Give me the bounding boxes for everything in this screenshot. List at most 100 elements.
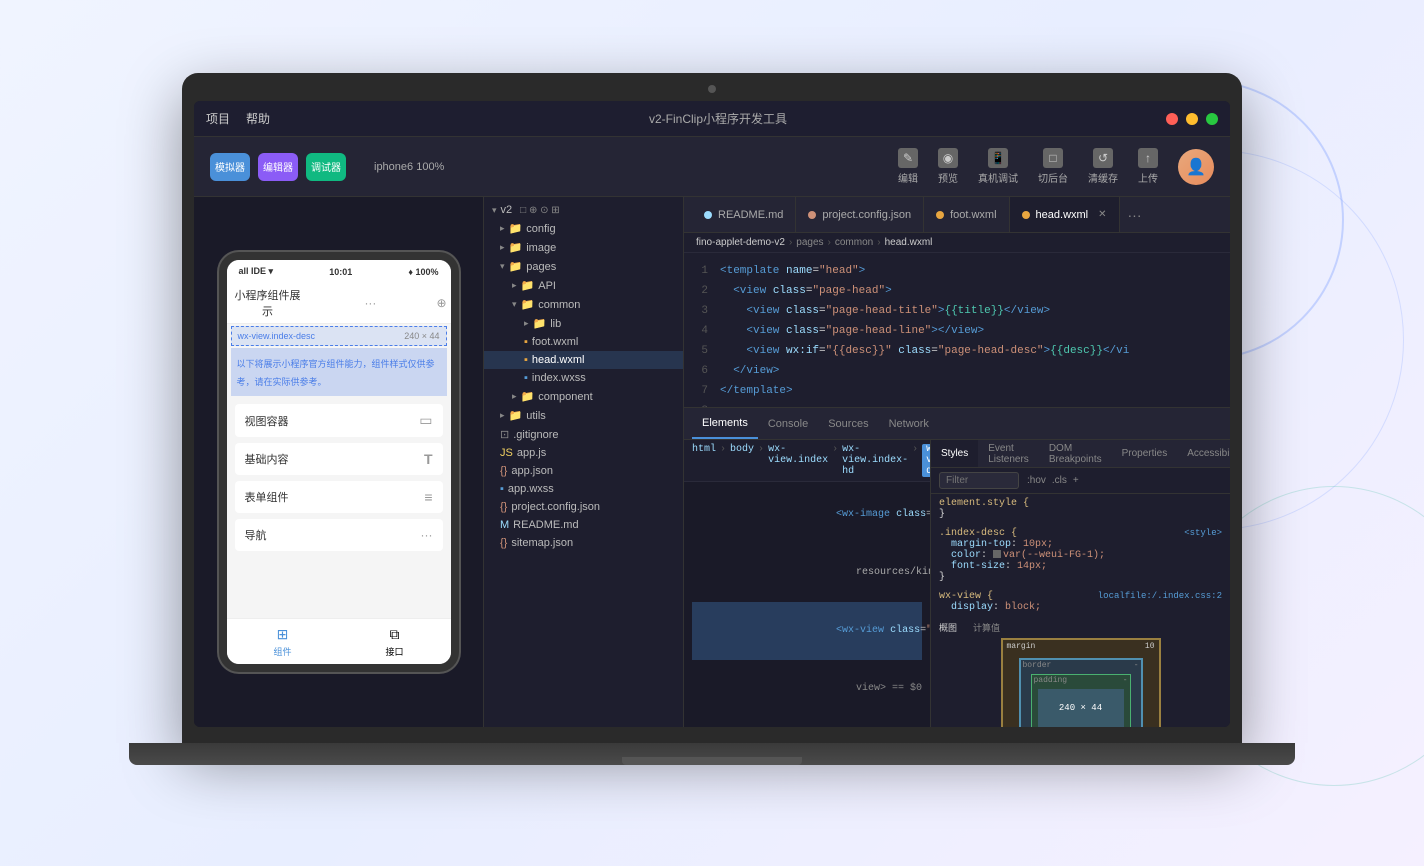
wxss-icon: ▪ bbox=[500, 483, 504, 495]
styles-tab-properties[interactable]: Properties bbox=[1112, 440, 1178, 467]
file-component[interactable]: 📁 component bbox=[484, 387, 683, 406]
file-app-js[interactable]: JS app.js bbox=[484, 444, 683, 462]
bc-wx-view-index-desc[interactable]: wx-view.index-desc bbox=[922, 444, 930, 477]
bc-common[interactable]: common bbox=[835, 237, 873, 248]
editor-button[interactable]: 编辑器 bbox=[258, 153, 298, 181]
devtools-dom-area: html › body › wx-view.index › wx-view.in… bbox=[684, 440, 930, 727]
element-highlight-label: wx-view.index-desc 240 × 44 bbox=[231, 326, 447, 346]
clear-cache-action[interactable]: ↺ 清缓存 bbox=[1088, 148, 1118, 185]
json-icon: {} bbox=[500, 465, 507, 477]
devtools-panel: Elements Console Sources Network bbox=[684, 407, 1230, 727]
dom-line-wx-view-desc[interactable]: <wx-view class="index-desc">以下将展示小程序官方组件… bbox=[692, 602, 922, 660]
box-model-margin: margin 10 border - bbox=[1001, 638, 1161, 727]
dom-line-wx-view-bd[interactable]: ▸<wx-view class="index-bd">_</wx-view> bbox=[692, 718, 922, 727]
component-view-container[interactable]: 视图容器 ▭ bbox=[235, 404, 443, 437]
tab-project-config[interactable]: project.config.json bbox=[796, 197, 924, 232]
styles-filter-input[interactable] bbox=[939, 472, 1019, 489]
file-readme[interactable]: M README.md bbox=[484, 516, 683, 534]
file-foot-wxml[interactable]: ▪ foot.wxml bbox=[484, 333, 683, 351]
filter-cls[interactable]: .cls bbox=[1052, 475, 1067, 486]
maximize-button[interactable] bbox=[1206, 113, 1218, 125]
devtools-tab-network[interactable]: Network bbox=[879, 408, 939, 439]
code-editor[interactable]: 1 <template name="head"> 2 <view class="… bbox=[684, 253, 1230, 407]
background-action[interactable]: □ 切后台 bbox=[1038, 148, 1068, 185]
component-basic-content[interactable]: 基础内容 T bbox=[235, 443, 443, 475]
menu-help[interactable]: 帮助 bbox=[246, 110, 270, 127]
file-index-wxss[interactable]: ▪ index.wxss bbox=[484, 369, 683, 387]
devtools-tab-elements[interactable]: Elements bbox=[692, 408, 758, 439]
filter-hov[interactable]: :hov bbox=[1027, 475, 1046, 486]
file-project-config[interactable]: {} project.config.json bbox=[484, 498, 683, 516]
styles-tab-accessibility[interactable]: Accessibility bbox=[1177, 440, 1230, 467]
file-lib[interactable]: 📁 lib bbox=[484, 314, 683, 333]
phone-title-more[interactable]: ··· bbox=[364, 296, 376, 310]
tab-close-icon[interactable]: ✕ bbox=[1098, 209, 1106, 220]
devtools-tab-console[interactable]: Console bbox=[758, 408, 818, 439]
bc-root[interactable]: fino-applet-demo-v2 bbox=[696, 237, 785, 248]
code-line-7: 7 </template> bbox=[684, 381, 1230, 401]
file-gitignore[interactable]: ⊡ .gitignore bbox=[484, 425, 683, 444]
upload-action[interactable]: ↑ 上传 bbox=[1138, 148, 1158, 185]
bc-pages[interactable]: pages bbox=[796, 237, 823, 248]
background-label: 切后台 bbox=[1038, 170, 1068, 185]
file-config[interactable]: 📁 config bbox=[484, 219, 683, 238]
user-avatar[interactable]: 👤 bbox=[1178, 149, 1214, 185]
simulator-button[interactable]: 模拟器 bbox=[210, 153, 250, 181]
file-api[interactable]: 📁 API bbox=[484, 276, 683, 295]
nav-component[interactable]: ⊞ 组件 bbox=[273, 625, 291, 658]
tab-head-wxml[interactable]: head.wxml ✕ bbox=[1010, 197, 1120, 232]
lib-label: lib bbox=[550, 318, 561, 330]
preview-action[interactable]: ◉ 预览 bbox=[938, 148, 958, 185]
styles-tab-styles[interactable]: Styles bbox=[931, 440, 978, 467]
phone-app-title-bar: 小程序组件展示 ··· ⊕ bbox=[227, 283, 451, 324]
nav-interface[interactable]: ⧉ 接口 bbox=[385, 625, 403, 658]
component-nav[interactable]: 导航 ··· bbox=[235, 519, 443, 551]
tab-foot-wxml[interactable]: foot.wxml bbox=[924, 197, 1009, 232]
file-pages[interactable]: 📁 pages bbox=[484, 257, 683, 276]
tab-more-button[interactable]: ··· bbox=[1120, 207, 1150, 223]
wxss-icon: ▪ bbox=[524, 372, 528, 384]
pages-label: pages bbox=[526, 261, 556, 273]
device-debug-action[interactable]: 📱 真机调试 bbox=[978, 148, 1018, 185]
file-image[interactable]: 📁 image bbox=[484, 238, 683, 257]
bc-body[interactable]: body bbox=[730, 444, 754, 477]
api-chevron bbox=[512, 280, 517, 291]
foot-wxml-label: foot.wxml bbox=[532, 336, 578, 348]
file-utils[interactable]: 📁 utils bbox=[484, 406, 683, 425]
bc-wx-view-index[interactable]: wx-view.index bbox=[768, 444, 828, 477]
edit-label: 编辑 bbox=[898, 170, 918, 185]
image-label: image bbox=[526, 242, 556, 254]
edit-action[interactable]: ✎ 编辑 bbox=[898, 148, 918, 185]
file-app-json[interactable]: {} app.json bbox=[484, 462, 683, 480]
file-app-wxss[interactable]: ▪ app.wxss bbox=[484, 480, 683, 498]
file-explorer: v2 □ ⊕ ⊙ ⊞ 📁 config bbox=[484, 197, 684, 727]
file-common[interactable]: 📁 common bbox=[484, 295, 683, 314]
file-head-wxml[interactable]: ▪ head.wxml bbox=[484, 351, 683, 369]
tab-dot-json bbox=[808, 211, 816, 219]
minimize-button[interactable] bbox=[1186, 113, 1198, 125]
file-sitemap[interactable]: {} sitemap.json bbox=[484, 534, 683, 552]
root-label: v2 bbox=[501, 204, 513, 216]
config-label: config bbox=[526, 223, 555, 235]
menu-project[interactable]: 项目 bbox=[206, 110, 230, 127]
devtools-tab-sources[interactable]: Sources bbox=[818, 408, 878, 439]
margin-label: margin bbox=[1007, 642, 1036, 651]
filter-add[interactable]: + bbox=[1073, 475, 1079, 486]
file-root[interactable]: v2 □ ⊕ ⊙ ⊞ bbox=[484, 201, 683, 219]
component-form[interactable]: 表单组件 ≡ bbox=[235, 481, 443, 513]
box-model-container: 概图 计算值 margin 10 bbox=[939, 621, 1222, 727]
close-button[interactable] bbox=[1166, 113, 1178, 125]
code-line-4: 4 <view class="page-head-line"></view> bbox=[684, 321, 1230, 341]
styles-tab-dom-breakpoints[interactable]: DOM Breakpoints bbox=[1039, 440, 1112, 467]
element-highlight-wrapper: wx-view.index-desc 240 × 44 以下将展示小程序官方组件… bbox=[231, 326, 447, 396]
phone-title-expand[interactable]: ⊕ bbox=[436, 296, 446, 310]
debugger-button[interactable]: 调试器 bbox=[306, 153, 346, 181]
tab-readme[interactable]: README.md bbox=[692, 197, 796, 232]
bc-html[interactable]: html bbox=[692, 444, 716, 477]
styles-tab-event-listeners[interactable]: Event Listeners bbox=[978, 440, 1039, 467]
computed-tab: 计算值 bbox=[973, 621, 1000, 634]
tab-foot-wxml-label: foot.wxml bbox=[950, 209, 996, 221]
bc-head-wxml[interactable]: head.wxml bbox=[885, 237, 933, 248]
bc-wx-view-index-hd[interactable]: wx-view.index-hd bbox=[842, 444, 908, 477]
dom-line-wx-image[interactable]: <wx-image class="index-logo" src="../res… bbox=[692, 486, 922, 544]
